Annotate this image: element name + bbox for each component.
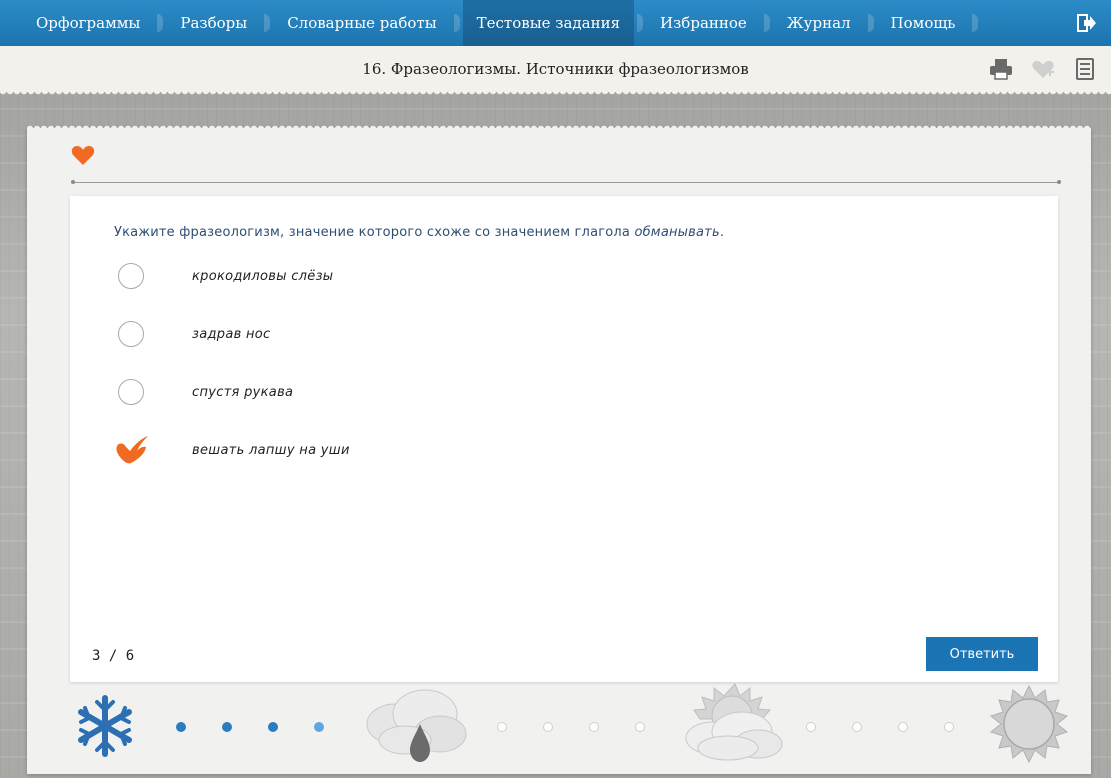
check-heart-icon[interactable] bbox=[115, 435, 149, 465]
progress-dot bbox=[806, 722, 816, 732]
list-icon[interactable] bbox=[1073, 58, 1097, 80]
divider-line bbox=[71, 180, 1061, 184]
nav-item-analysis[interactable]: Разборы bbox=[166, 0, 261, 46]
option-label: задрав нос bbox=[192, 326, 271, 342]
heart-add-icon[interactable] bbox=[1031, 58, 1055, 80]
nav-item-vocabulary[interactable]: Словарные работы bbox=[273, 0, 450, 46]
nav-separator bbox=[154, 0, 166, 46]
sun-icon bbox=[989, 684, 1069, 764]
printer-icon[interactable] bbox=[989, 58, 1013, 80]
progress-dot bbox=[852, 722, 862, 732]
progress-row bbox=[27, 680, 1091, 766]
nav-separator bbox=[634, 0, 646, 46]
option-label: спустя рукава bbox=[192, 384, 294, 400]
sun-cloud-icon bbox=[685, 683, 783, 761]
question-card: Укажите фразеологизм, значение которого … bbox=[70, 196, 1058, 682]
nav-item-tests[interactable]: Тестовые задания bbox=[462, 0, 635, 46]
option-label: вешать лапшу на уши bbox=[192, 442, 350, 458]
exit-icon[interactable] bbox=[1075, 12, 1097, 34]
option-label: крокодиловы слёзы bbox=[192, 268, 334, 284]
progress-dot bbox=[589, 722, 599, 732]
nav-separator bbox=[261, 0, 273, 46]
progress-dot bbox=[268, 722, 278, 732]
heart-icon bbox=[71, 146, 95, 165]
progress-dot bbox=[497, 722, 507, 732]
option-2[interactable]: задрав нос bbox=[118, 318, 270, 350]
option-3[interactable]: спустя рукава bbox=[118, 376, 293, 408]
nav-menu: Орфограммы Разборы Словарные работы Тест… bbox=[0, 0, 981, 46]
question-counter: 3 / 6 bbox=[92, 648, 135, 664]
nav-item-orthograms[interactable]: Орфограммы bbox=[22, 0, 154, 46]
question-emphasis: обманывать bbox=[634, 225, 720, 240]
nav-item-help[interactable]: Помощь bbox=[877, 0, 970, 46]
question-prefix: Укажите фразеологизм, значение которого … bbox=[114, 225, 635, 240]
option-1[interactable]: крокодиловы слёзы bbox=[118, 260, 333, 292]
top-navbar: Орфограммы Разборы Словарные работы Тест… bbox=[0, 0, 1111, 46]
nav-separator bbox=[761, 0, 773, 46]
nav-separator bbox=[865, 0, 877, 46]
nav-item-journal[interactable]: Журнал bbox=[773, 0, 865, 46]
progress-dot bbox=[314, 722, 324, 732]
radio-button[interactable] bbox=[118, 379, 144, 405]
radio-button[interactable] bbox=[118, 321, 144, 347]
progress-dot bbox=[176, 722, 186, 732]
snowflake-icon bbox=[78, 695, 132, 757]
nav-item-favorites[interactable]: Избранное bbox=[646, 0, 761, 46]
radio-button[interactable] bbox=[118, 263, 144, 289]
question-suffix: . bbox=[719, 225, 725, 240]
option-4[interactable]: вешать лапшу на уши bbox=[115, 434, 350, 466]
cloud-rain-icon bbox=[366, 689, 467, 762]
answer-button[interactable]: Ответить bbox=[926, 637, 1038, 671]
nav-separator bbox=[451, 0, 463, 46]
nav-separator bbox=[969, 0, 981, 46]
page-title: 16. Фразеологизмы. Источники фразеологиз… bbox=[362, 60, 749, 78]
progress-dot bbox=[635, 722, 645, 732]
question-text: Укажите фразеологизм, значение которого … bbox=[114, 225, 724, 240]
progress-dot bbox=[898, 722, 908, 732]
progress-dot bbox=[222, 722, 232, 732]
title-bar: 16. Фразеологизмы. Источники фразеологиз… bbox=[0, 46, 1111, 97]
task-panel: Укажите фразеологизм, значение которого … bbox=[27, 123, 1091, 774]
title-tools bbox=[989, 58, 1097, 80]
progress-dot bbox=[944, 722, 954, 732]
progress-dot bbox=[543, 722, 553, 732]
